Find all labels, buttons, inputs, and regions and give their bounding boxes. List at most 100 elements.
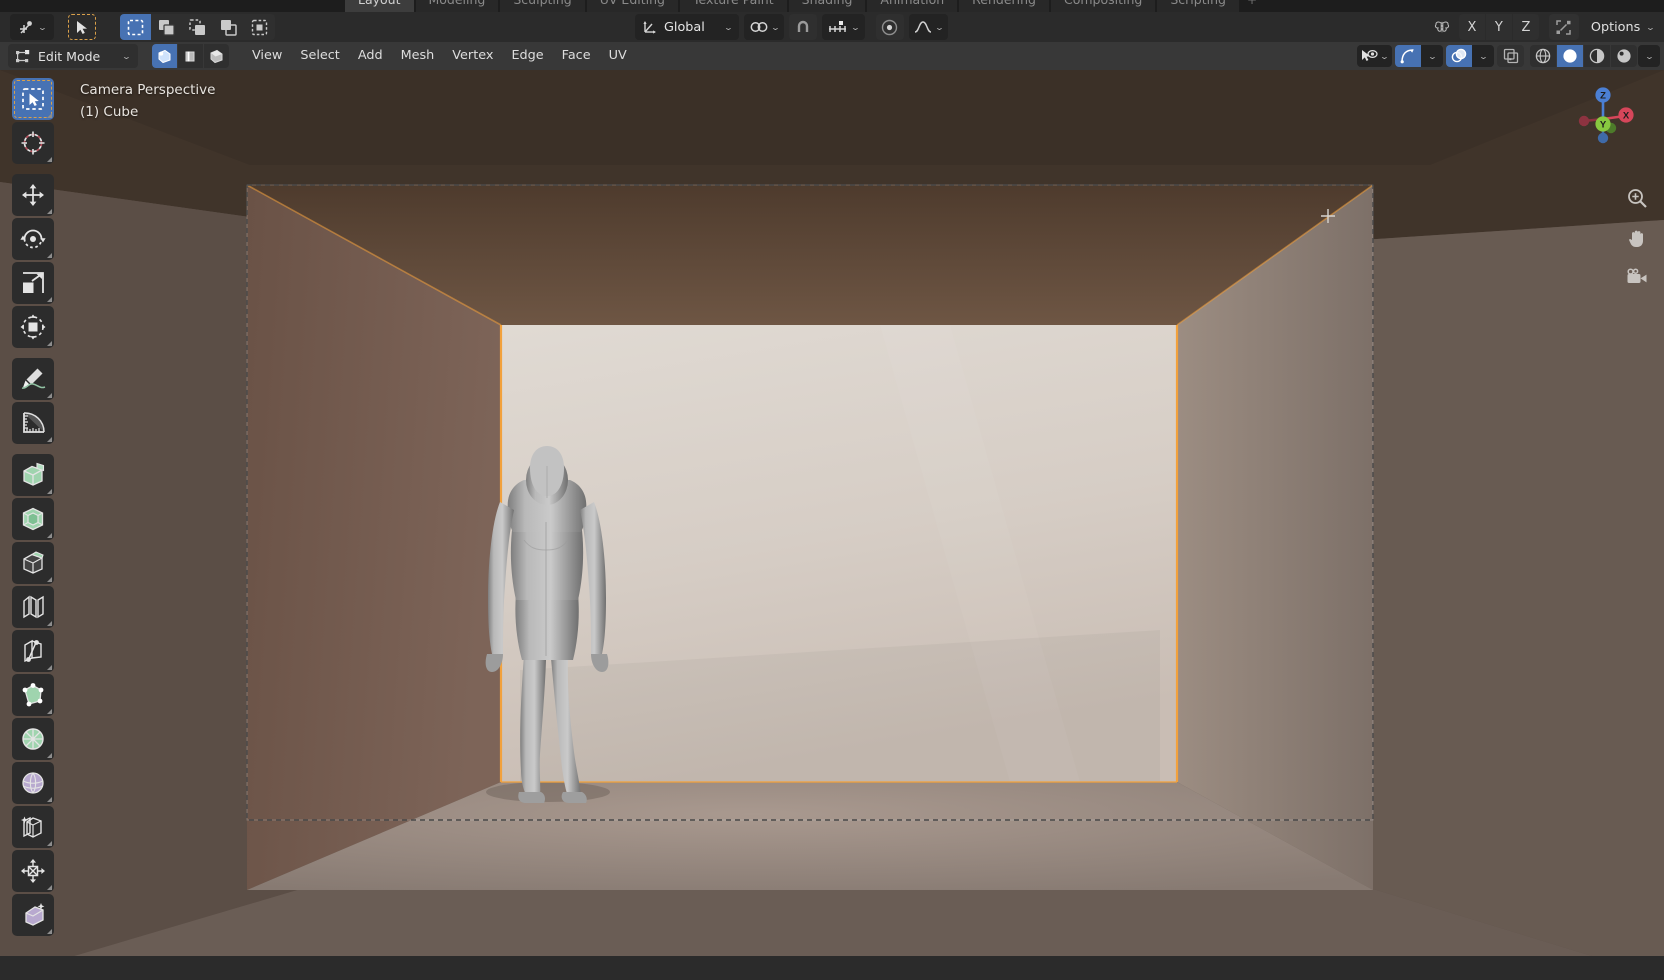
gizmo-toggle-button[interactable] [1395,45,1421,67]
rotate-tool[interactable] [12,218,54,260]
viewport-scene [0,70,1664,978]
workspace-tab-compositing[interactable]: Compositing [1051,0,1156,12]
zoom-view-button[interactable] [1621,182,1652,213]
workspace-tab-shading[interactable]: Shading [788,0,866,12]
select-set-button[interactable] [120,14,151,40]
tool-group-indicator [47,489,52,494]
select-intersect-button[interactable] [244,14,275,40]
edge-select-button[interactable] [177,44,203,68]
viewport-menu-add[interactable]: Add [349,45,392,67]
viewport-menu-edge[interactable]: Edge [502,45,552,67]
tool-group-indicator [47,533,52,538]
workspace-tab-animation[interactable]: Animation [867,0,958,12]
workspace-tab-sculpting[interactable]: Sculpting [500,0,585,12]
viewport-menu-mesh[interactable]: Mesh [392,45,444,67]
extrude-region-tool[interactable] [12,454,54,496]
chevron-down-icon: ⌄ [36,22,48,32]
snap-to-button[interactable]: ⌄ [822,14,865,40]
svg-text:X: X [1623,111,1630,122]
3d-viewport[interactable]: Camera Perspective (1) Cube Z X Y [0,70,1664,978]
edit-mode-icon [16,49,30,62]
select-mode-group [120,14,275,40]
workspace-tab-texture-paint[interactable]: Texture Paint [679,0,787,12]
toggle-xray-button[interactable] [1548,14,1579,40]
navigation-gizmo[interactable]: Z X Y [1564,80,1642,158]
workspace-tab-layout[interactable]: Layout [345,0,414,12]
loop-cut-tool[interactable] [12,586,54,628]
annotate-tool[interactable] [12,358,54,400]
editor-type-button[interactable]: ⌄ [10,14,54,40]
active-tool-button[interactable] [68,14,96,40]
select-set-icon [127,19,144,35]
face-select-button[interactable] [203,44,229,68]
chevron-down-icon: ⌄ [1643,51,1655,61]
viewport-menu-vertex[interactable]: Vertex [443,45,502,67]
overlays-dropdown-button[interactable]: ⌄ [1472,45,1494,67]
workspace-tab-uv-editing[interactable]: UV Editing [586,0,678,12]
wireframe-shading-button[interactable] [1530,45,1556,67]
tweak-tool[interactable] [12,78,54,120]
poly-build-tool[interactable] [12,674,54,716]
rotate-icon [20,229,46,249]
mirror-button[interactable] [1429,14,1455,40]
edge-select-icon [185,51,195,61]
proportional-falloff-button[interactable]: ⌄ [908,14,948,40]
viewport-menu-uv[interactable]: UV [600,45,636,67]
proportional-editing-icon [882,19,898,35]
options-button[interactable]: Options ⌄ [1583,14,1658,40]
bevel-tool[interactable] [12,542,54,584]
mirror-axis-x[interactable]: X [1458,14,1485,40]
rendered-shading-button[interactable] [1611,45,1637,67]
measure-tool[interactable] [12,402,54,444]
toggle-xray-icon [1556,19,1572,35]
proportional-editing-button[interactable] [875,14,904,40]
shear-tool[interactable] [12,894,54,936]
spin-tool[interactable] [12,718,54,760]
tool-group-indicator [47,885,52,890]
cursor-tool[interactable] [12,122,54,164]
viewport-view-name: Camera Perspective [80,82,216,98]
overlays-toggle-button[interactable] [1446,45,1472,67]
shrink-fatten-tool[interactable] [12,850,54,892]
viewport-menu-face[interactable]: Face [553,45,600,67]
transform-orientation-button[interactable]: Global ⌄ [635,14,739,40]
blender-window: LayoutModelingSculptingUV EditingTexture… [0,0,1664,980]
material-shading-button[interactable] [1584,45,1610,67]
snap-magnet-button[interactable] [789,14,818,40]
visibility-selectability-button[interactable]: ⌄ [1357,45,1392,67]
gizmo-dropdown-button[interactable]: ⌄ [1421,45,1443,67]
solid-shading-button[interactable] [1557,45,1583,67]
workspace-tab-scripting[interactable]: Scripting [1157,0,1239,12]
gizmo-axis-neg-z [1597,132,1609,144]
workspace-tabs: LayoutModelingSculptingUV EditingTexture… [345,0,1263,12]
pivot-point-button[interactable]: ⌄ [743,14,785,40]
poly-build-icon [22,683,44,707]
shading-dropdown-button[interactable]: ⌄ [1638,45,1660,67]
tool-group-indicator [47,437,52,442]
edge-slide-tool[interactable] [12,806,54,848]
vertex-select-button[interactable] [151,44,177,68]
inset-faces-icon [22,507,44,531]
viewport-menu-select[interactable]: Select [291,45,348,67]
select-extend-button[interactable] [151,14,182,40]
smooth-tool[interactable] [12,762,54,804]
inset-faces-tool[interactable] [12,498,54,540]
pan-view-button[interactable] [1621,222,1652,253]
scale-tool[interactable] [12,262,54,304]
mirror-axis-y[interactable]: Y [1485,14,1512,40]
add-workspace-button[interactable]: + [1241,0,1263,12]
camera-view-button[interactable] [1621,262,1652,293]
interaction-mode-selector[interactable]: Edit Mode ⌄ [8,44,138,68]
knife-tool[interactable] [12,630,54,672]
select-subtract-button[interactable] [182,14,213,40]
viewport-menu-view[interactable]: View [243,45,291,67]
xray-toggle-button[interactable] [1497,45,1524,67]
workspace-tab-rendering[interactable]: Rendering [959,0,1049,12]
workspace-tab-modeling[interactable]: Modeling [415,0,499,12]
mirror-axis-z[interactable]: Z [1512,14,1539,40]
move-tool[interactable] [12,174,54,216]
gizmo-icon [1400,49,1414,64]
toggle-xray-icon [1503,48,1518,64]
select-invert-button[interactable] [213,14,244,40]
transform-tool[interactable] [12,306,54,348]
